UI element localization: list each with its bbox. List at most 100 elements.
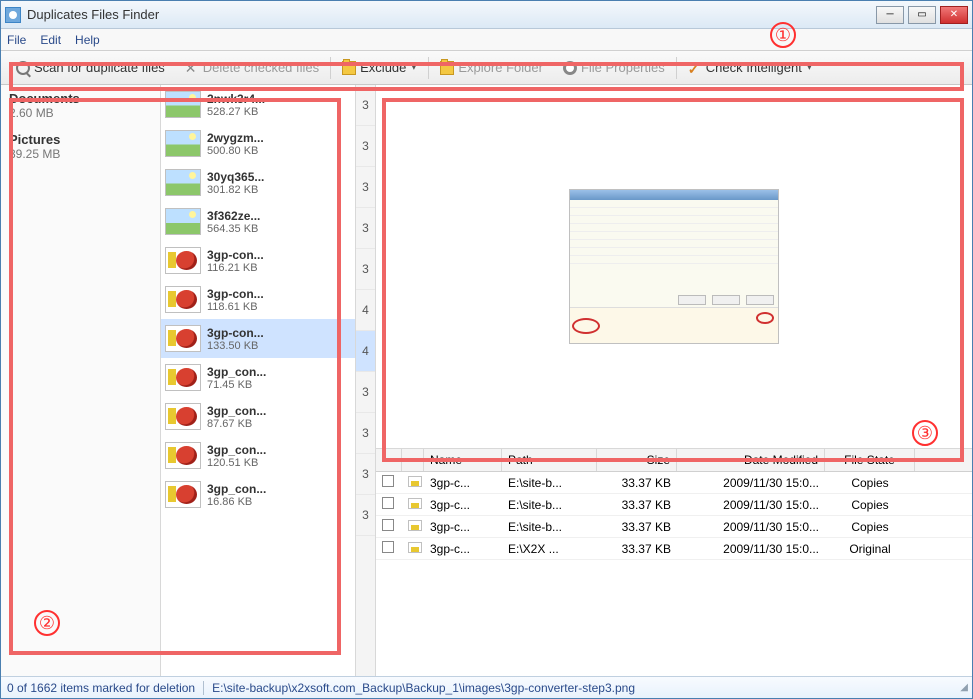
folder-size: 2.60 MB (9, 106, 152, 120)
file-item[interactable]: 3gp_con... 71.45 KB (161, 358, 355, 397)
table-row[interactable]: 3gp-c... E:\X2X ... 33.37 KB 2009/11/30 … (376, 538, 972, 560)
scan-label: Scan for duplicate files (34, 60, 165, 75)
file-item[interactable]: 2wygzm... 500.80 KB (161, 124, 355, 163)
file-item[interactable]: 3f362ze... 564.35 KB (161, 202, 355, 241)
file-size: 71.45 KB (207, 379, 351, 391)
col-size[interactable]: Size (597, 449, 677, 471)
file-info: 3gp-con... 133.50 KB (207, 326, 351, 352)
col-name[interactable]: Name (424, 449, 502, 471)
file-size: 564.35 KB (207, 223, 351, 235)
cell-size: 33.37 KB (597, 517, 677, 537)
files-panel[interactable]: 2nwk3r4... 528.27 KB 2wygzm... 500.80 KB… (161, 85, 356, 676)
file-type-icon (408, 520, 422, 531)
search-icon (16, 61, 30, 75)
cell-path: E:\site-b... (502, 495, 597, 515)
scan-button[interactable]: Scan for duplicate files (7, 55, 174, 80)
count-cell: 3 (356, 167, 375, 208)
file-thumbnail (165, 442, 201, 469)
file-name: 30yq365... (207, 170, 351, 184)
cell-size: 33.37 KB (597, 539, 677, 559)
row-checkbox[interactable] (382, 541, 394, 553)
file-info: 3gp-con... 118.61 KB (207, 287, 351, 313)
exclude-button[interactable]: Exclude ▾ (333, 55, 426, 80)
dropdown-icon: ▾ (806, 62, 813, 73)
row-checkbox[interactable] (382, 519, 394, 531)
folder-item[interactable]: Documents 2.60 MB (1, 85, 160, 126)
toolbar: Scan for duplicate files ✕ Delete checke… (1, 51, 972, 85)
file-thumbnail (165, 208, 201, 235)
file-item[interactable]: 3gp_con... 87.67 KB (161, 397, 355, 436)
folder-item[interactable]: Pictures 39.25 MB (1, 126, 160, 167)
file-item[interactable]: 2nwk3r4... 528.27 KB (161, 85, 355, 124)
exclude-label: Exclude (360, 60, 406, 75)
check-intelligent-button[interactable]: ✓ Check Intelligent ▾ (679, 55, 822, 80)
file-name: 3gp_con... (207, 404, 351, 418)
preview-image (569, 189, 779, 344)
file-item[interactable]: 3gp-con... 133.50 KB (161, 319, 355, 358)
explore-folder-button[interactable]: Explore Folder (431, 55, 552, 80)
col-date[interactable]: Date Modified (677, 449, 825, 471)
file-item[interactable]: 3gp-con... 118.61 KB (161, 280, 355, 319)
folder-name: Documents (9, 91, 152, 106)
maximize-button[interactable]: ▭ (908, 6, 936, 24)
file-thumbnail (165, 130, 201, 157)
file-properties-button[interactable]: File Properties (554, 55, 674, 80)
file-size: 118.61 KB (207, 301, 351, 313)
menu-help[interactable]: Help (75, 33, 100, 47)
duplicates-table[interactable]: Name Path Size Date Modified File State … (376, 449, 972, 676)
preview-pane (376, 85, 972, 449)
file-thumbnail (165, 286, 201, 313)
row-checkbox[interactable] (382, 475, 394, 487)
table-row[interactable]: 3gp-c... E:\site-b... 33.37 KB 2009/11/3… (376, 494, 972, 516)
file-info: 3gp-con... 116.21 KB (207, 248, 351, 274)
count-cell: 3 (356, 208, 375, 249)
row-checkbox[interactable] (382, 497, 394, 509)
file-thumbnail (165, 481, 201, 508)
count-cell: 3 (356, 495, 375, 536)
close-button[interactable]: ✕ (940, 6, 968, 24)
status-marked: 0 of 1662 items marked for deletion (7, 681, 195, 695)
col-path[interactable]: Path (502, 449, 597, 471)
file-item[interactable]: 3gp_con... 120.51 KB (161, 436, 355, 475)
cell-date: 2009/11/30 15:0... (677, 473, 825, 493)
folder-icon (342, 61, 356, 75)
file-size: 500.80 KB (207, 145, 351, 157)
file-size: 301.82 KB (207, 184, 351, 196)
col-state[interactable]: File State (825, 449, 915, 471)
cell-state: Copies (825, 517, 915, 537)
cell-name: 3gp-c... (424, 473, 502, 493)
properties-icon (563, 61, 577, 75)
file-thumbnail (165, 169, 201, 196)
statusbar: 0 of 1662 items marked for deletion E:\s… (1, 676, 972, 698)
file-thumbnail (165, 91, 201, 118)
file-item[interactable]: 3gp_con... 16.86 KB (161, 475, 355, 514)
cell-state: Copies (825, 473, 915, 493)
file-name: 3gp-con... (207, 248, 351, 262)
file-size: 528.27 KB (207, 106, 351, 118)
count-cell: 3 (356, 126, 375, 167)
resize-grip[interactable]: ◢ (960, 682, 966, 693)
cell-state: Original (825, 539, 915, 559)
file-item[interactable]: 3gp-con... 116.21 KB (161, 241, 355, 280)
app-icon (5, 7, 21, 23)
delete-icon: ✕ (185, 61, 199, 75)
status-path: E:\site-backup\x2xsoft.com_Backup\Backup… (212, 681, 635, 695)
menu-file[interactable]: File (7, 33, 26, 47)
table-row[interactable]: 3gp-c... E:\site-b... 33.37 KB 2009/11/3… (376, 516, 972, 538)
minimize-button[interactable]: ─ (876, 6, 904, 24)
check-icon: ✓ (688, 61, 702, 75)
table-row[interactable]: 3gp-c... E:\site-b... 33.37 KB 2009/11/3… (376, 472, 972, 494)
dropdown-icon: ▾ (410, 62, 417, 73)
check-label: Check Intelligent (706, 60, 802, 75)
file-size: 133.50 KB (207, 340, 351, 352)
file-info: 2nwk3r4... 528.27 KB (207, 92, 351, 118)
file-info: 3f362ze... 564.35 KB (207, 209, 351, 235)
file-name: 3gp_con... (207, 365, 351, 379)
window-title: Duplicates Files Finder (27, 7, 876, 22)
delete-checked-button[interactable]: ✕ Delete checked files (176, 55, 328, 80)
menu-edit[interactable]: Edit (40, 33, 61, 47)
menubar: File Edit Help (1, 29, 972, 51)
file-item[interactable]: 30yq365... 301.82 KB (161, 163, 355, 202)
file-info: 3gp_con... 87.67 KB (207, 404, 351, 430)
file-type-icon (408, 476, 422, 487)
